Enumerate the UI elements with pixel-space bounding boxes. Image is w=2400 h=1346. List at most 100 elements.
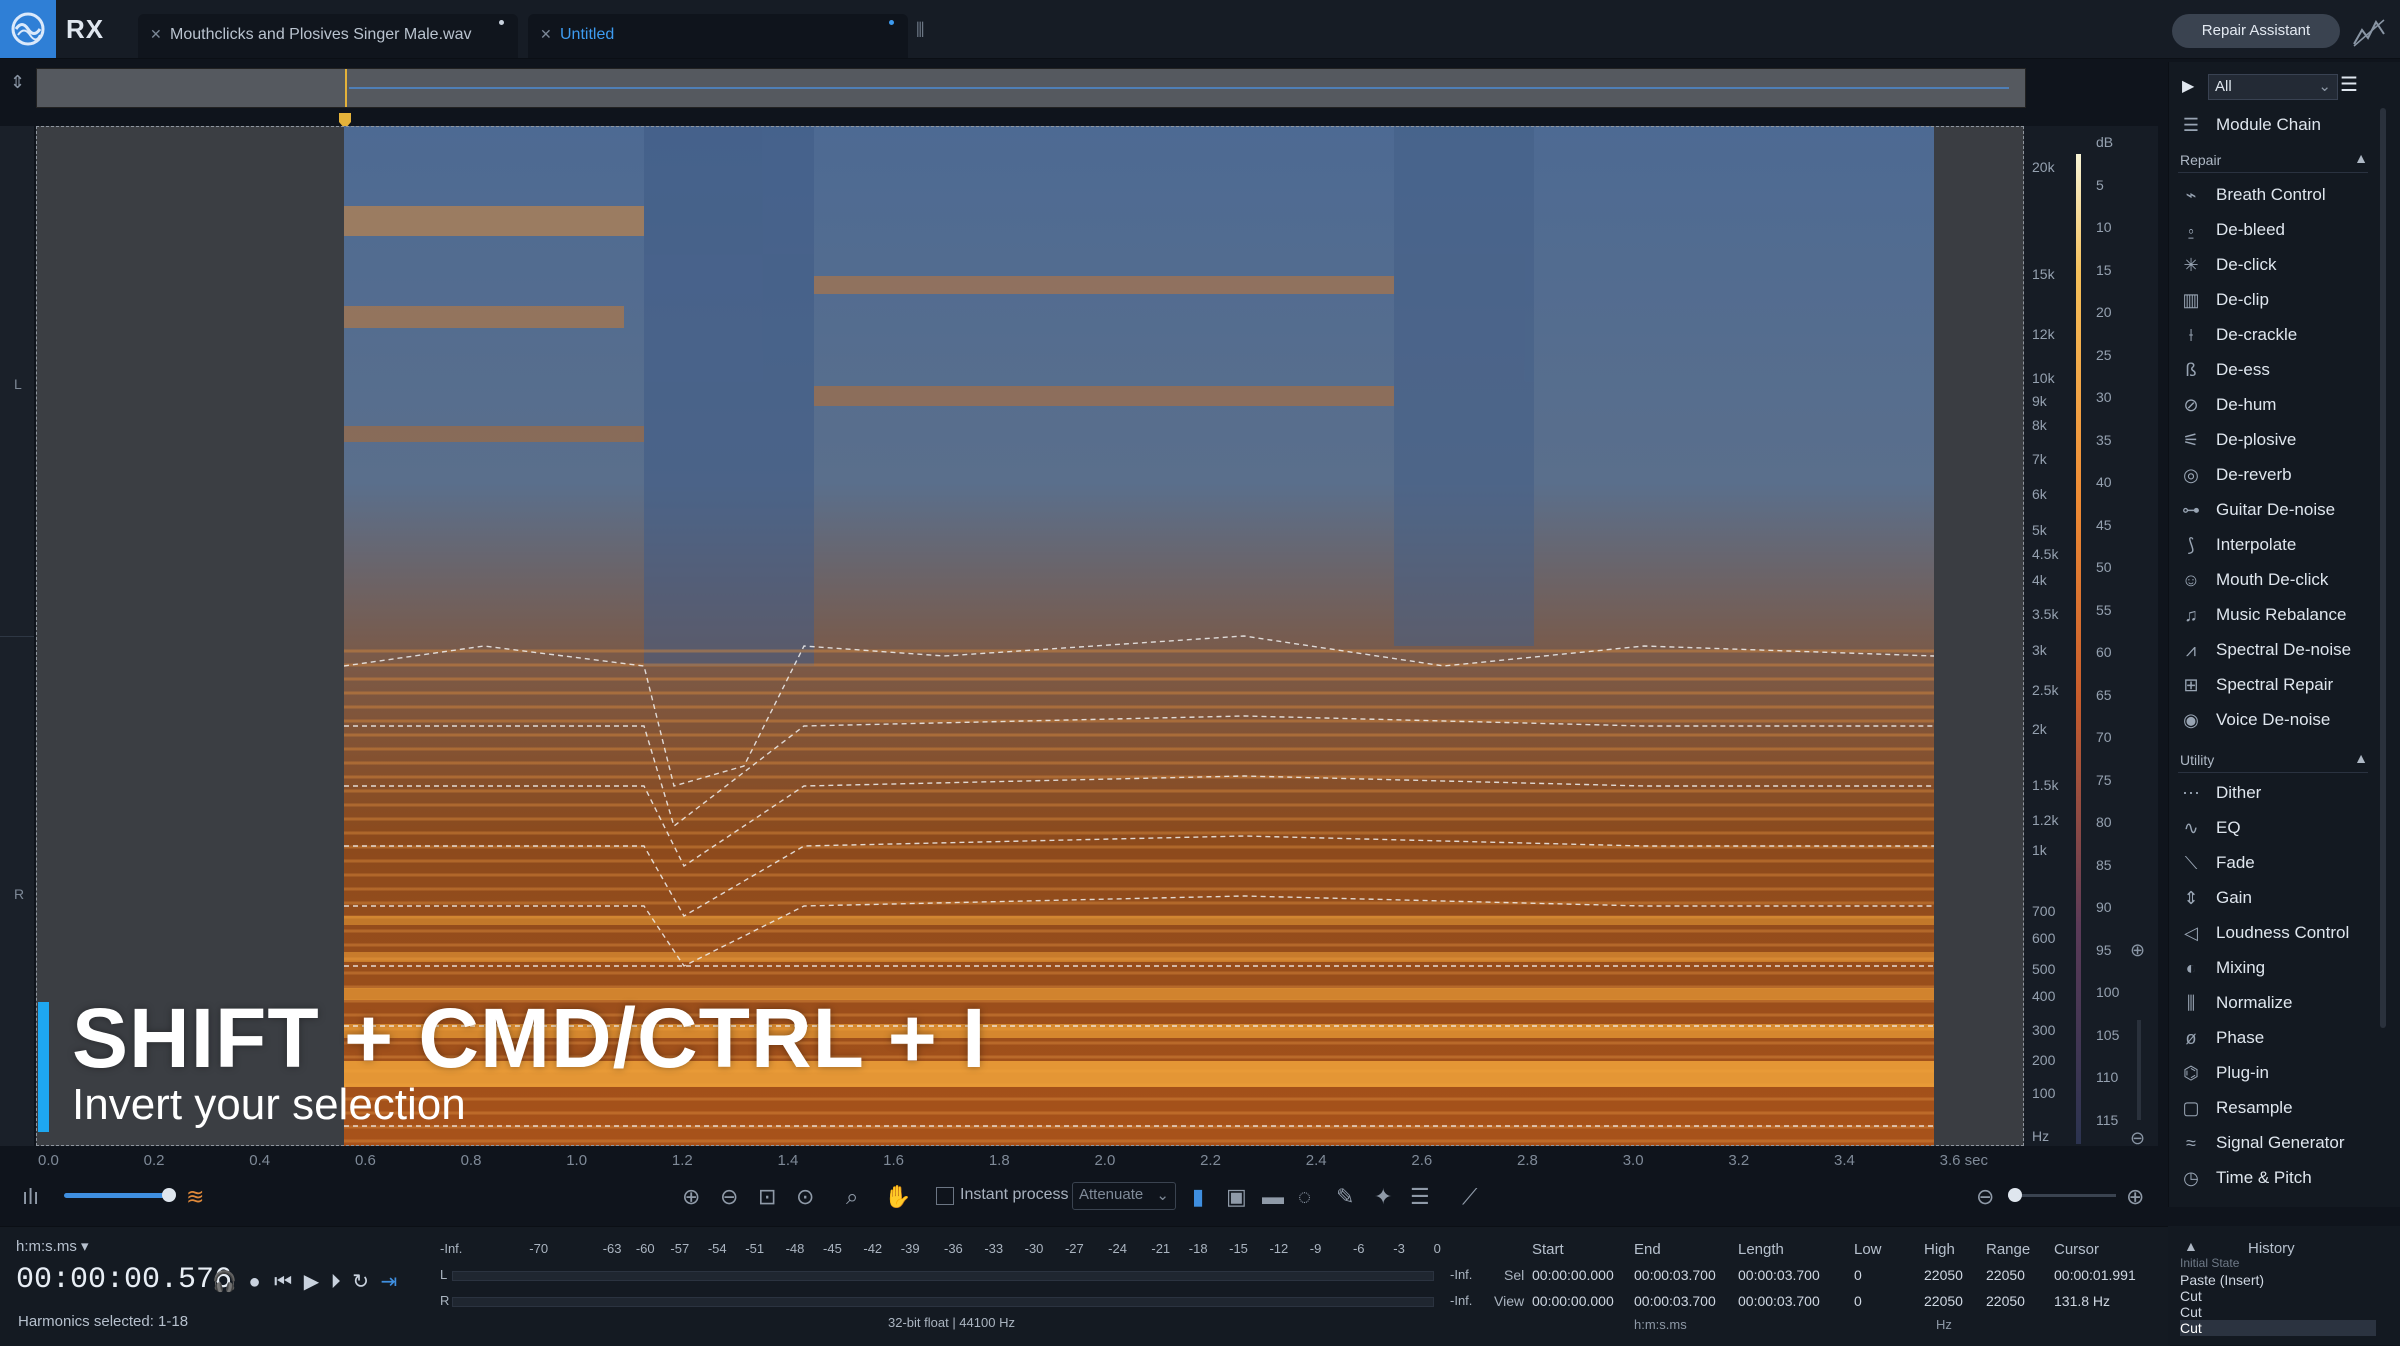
module-phase[interactable]: ø Phase [2178,1021,2378,1055]
gain-envelope-icon[interactable]: ⟋ [1462,1184,1477,1210]
view-range[interactable]: 22050 [1986,1293,2025,1309]
voice-de-noise-icon: ◉ [2183,710,2199,730]
time-selection-tool-icon[interactable]: ▮ [1192,1184,1204,1210]
history-item[interactable]: Paste (Insert) [2180,1272,2264,1288]
sel-low[interactable]: 0 [1854,1267,1862,1283]
zoom-out-horizontal-icon[interactable]: ⊖ [1976,1184,1994,1210]
close-tab-icon[interactable]: ✕ [540,26,552,43]
module-mouth-de-click[interactable]: ☺ Mouth De-click [2178,563,2378,597]
module-voice-de-noise[interactable]: ◉ Voice De-noise [2178,703,2378,737]
time-format-select[interactable]: h:m:s.ms ▾ [16,1237,89,1255]
record-icon[interactable]: ● [248,1271,260,1293]
sel-high[interactable]: 22050 [1924,1267,1963,1283]
zoom-out-icon[interactable]: ⊖ [720,1184,738,1210]
waveform-toggle-icon[interactable] [2350,16,2388,55]
brush-tool-icon[interactable]: ✎ [1336,1184,1354,1210]
module-filter-select[interactable]: All ⌄ [2208,74,2338,100]
module-eq[interactable]: ∿ EQ [2178,811,2378,845]
module-mixing[interactable]: ◐ Mixing [2178,951,2378,985]
view-start[interactable]: 00:00:00.000 [1532,1293,1614,1309]
zoom-tool-icon[interactable]: ⌕ [846,1184,858,1210]
instant-process-mode-select[interactable]: Attenuate ⌄ [1072,1182,1176,1210]
history-item[interactable]: Cut [2180,1320,2376,1336]
zoom-out-vertical-icon[interactable]: ⊖ [2130,1128,2145,1149]
headphones-icon[interactable]: 🎧 [212,1271,237,1293]
module-signal-generator[interactable]: ≈ Signal Generator [2178,1126,2378,1160]
instant-process-checkbox[interactable] [936,1187,954,1205]
blend-slider-handle[interactable] [162,1188,176,1202]
view-end[interactable]: 00:00:03.700 [1634,1293,1716,1309]
frequency-selection-tool-icon[interactable]: ▬ [1262,1184,1284,1210]
module-de-hum[interactable]: ⊘ De-hum [2178,388,2378,422]
zoom-fit-icon[interactable]: ⊙ [796,1184,814,1210]
module-loudness-control[interactable]: ◁ Loudness Control [2178,916,2378,950]
module-plug-in[interactable]: ⌬ Plug-in [2178,1056,2378,1090]
section-repair[interactable]: Repair ▲ [2178,148,2368,173]
play-selection-icon[interactable]: ⏵ [331,1271,341,1293]
history-item[interactable]: Cut [2180,1304,2202,1320]
view-high[interactable]: 22050 [1924,1293,1963,1309]
db-tick: 60 [2096,644,2112,660]
vertical-zoom-slider[interactable] [2137,1020,2141,1120]
collapse-history-icon[interactable]: ▲ [2184,1238,2198,1254]
sel-start[interactable]: 00:00:00.000 [1532,1267,1614,1283]
waveform-spectrogram-blend-slider[interactable] [64,1193,174,1198]
new-tab-icon[interactable]: ⫴ [916,20,924,43]
module-de-click[interactable]: ✳ De-click [2178,248,2378,282]
module-fade[interactable]: ⟍ Fade [2178,846,2378,880]
section-utility[interactable]: Utility ▲ [2178,748,2368,773]
module-interpolate[interactable]: ⟆ Interpolate [2178,528,2378,562]
db-tick: 5 [2096,176,2104,193]
sel-end[interactable]: 00:00:03.700 [1634,1267,1716,1283]
view-length[interactable]: 00:00:03.700 [1738,1293,1820,1309]
module-de-crackle[interactable]: ⟊ De-crackle [2178,318,2378,352]
collapse-overview-icon[interactable]: ⇕ [10,72,25,93]
play-module-icon[interactable]: ▶ [2182,76,2194,96]
waveform-view-icon[interactable]: ılı [22,1184,39,1210]
module-de-clip[interactable]: ▥ De-clip [2178,283,2378,317]
horizontal-zoom-handle[interactable] [2008,1188,2022,1202]
module-chain-button[interactable]: ☰ Module Chain [2178,108,2378,142]
module-resample[interactable]: ▢ Resample [2178,1091,2378,1125]
module-gain[interactable]: ⇕ Gain [2178,881,2378,915]
module-de-plosive[interactable]: ⚟ De-plosive [2178,423,2378,457]
magic-wand-tool-icon[interactable]: ✦ [1374,1184,1392,1210]
time-frequency-selection-tool-icon[interactable]: ▣ [1226,1184,1247,1210]
history-item[interactable]: Initial State [2180,1256,2239,1270]
module-scrollbar[interactable] [2380,108,2386,1028]
module-guitar-de-noise[interactable]: ⊶ Guitar De-noise [2178,493,2378,527]
harmonic-selection-tool-icon[interactable]: ☰ [1410,1184,1430,1210]
menu-icon[interactable]: ☰ [2340,72,2358,97]
close-tab-icon[interactable]: ✕ [150,26,162,43]
zoom-in-icon[interactable]: ⊕ [682,1184,700,1210]
spectrogram-view-icon[interactable]: ≋ [186,1184,204,1210]
hand-tool-icon[interactable]: ✋ [884,1184,911,1210]
lasso-tool-icon[interactable]: ◌ [1298,1184,1311,1210]
zoom-selection-icon[interactable]: ⊡ [758,1184,776,1210]
view-low[interactable]: 0 [1854,1293,1862,1309]
history-item[interactable]: Cut [2180,1288,2202,1304]
module-breath-control[interactable]: ⌁ Breath Control [2178,178,2378,212]
horizontal-zoom-slider[interactable] [2008,1194,2116,1197]
module-normalize[interactable]: ⫼ Normalize [2178,986,2378,1020]
sel-length[interactable]: 00:00:03.700 [1738,1267,1820,1283]
module-de-bleed[interactable]: ⍛ De-bleed [2178,213,2378,247]
follow-playhead-icon[interactable]: ⇥ [381,1271,398,1293]
sel-range[interactable]: 22050 [1986,1267,2025,1283]
module-de-reverb[interactable]: ◎ De-reverb [2178,458,2378,492]
module-music-rebalance[interactable]: ♫ Music Rebalance [2178,598,2378,632]
repair-assistant-button[interactable]: Repair Assistant [2172,14,2340,48]
module-spectral-de-noise[interactable]: ⩘ Spectral De-noise [2178,633,2378,667]
module-spectral-repair[interactable]: ⊞ Spectral Repair [2178,668,2378,702]
rewind-icon[interactable]: ⏮ [274,1271,292,1293]
play-icon[interactable]: ▶ [304,1271,319,1293]
waveform-overview[interactable] [36,68,2026,108]
module-dither[interactable]: ⋯ Dither [2178,776,2378,810]
tab-untitled[interactable]: ✕ Untitled [528,14,908,58]
zoom-in-vertical-icon[interactable]: ⊕ [2130,940,2145,961]
tab-mouthclicks[interactable]: ✕ Mouthclicks and Plosives Singer Male.w… [138,14,518,58]
module-de-ess[interactable]: ß De-ess [2178,353,2378,387]
zoom-in-horizontal-icon[interactable]: ⊕ [2126,1184,2144,1210]
module-time-pitch[interactable]: ◷ Time & Pitch [2178,1161,2378,1195]
loop-icon[interactable]: ↻ [352,1271,369,1293]
